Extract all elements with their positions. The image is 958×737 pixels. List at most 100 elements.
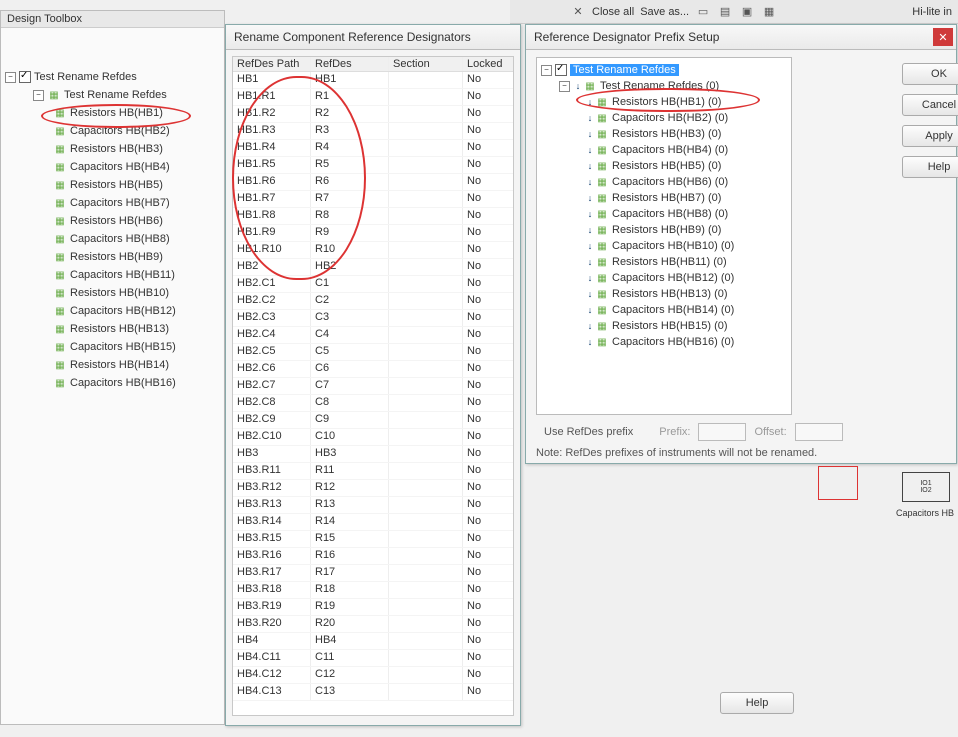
tree-item[interactable]: Resistors HB(HB13) (5, 320, 224, 338)
table-row[interactable]: HB3.R20R20No (233, 616, 513, 633)
prefix-tree-item[interactable]: Capacitors HB(HB6) (0) (541, 174, 787, 190)
table-row[interactable]: HB3.R13R13No (233, 497, 513, 514)
table-row[interactable]: HB1.R8R8No (233, 208, 513, 225)
tree-item[interactable]: Resistors HB(HB5) (5, 176, 224, 194)
table-row[interactable]: HB3.R14R14No (233, 514, 513, 531)
expander-icon[interactable]: − (5, 72, 16, 83)
prefix-tree-item[interactable]: Resistors HB(HB9) (0) (541, 222, 787, 238)
prefix-input[interactable] (698, 423, 746, 441)
prefix-tree-item[interactable]: Resistors HB(HB7) (0) (541, 190, 787, 206)
tree-item[interactable]: Resistors HB(HB3) (5, 140, 224, 158)
menu-save-as[interactable]: Save as... (640, 6, 689, 18)
table-row[interactable]: HB3.R16R16No (233, 548, 513, 565)
table-row[interactable]: HB1.R9R9No (233, 225, 513, 242)
table-row[interactable]: HB3.R11R11No (233, 463, 513, 480)
menu-close-all[interactable]: Close all (592, 6, 634, 18)
table-row[interactable]: HB1.R1R1No (233, 89, 513, 106)
help-button-lower[interactable]: Help (720, 692, 794, 714)
prefix-tree-item[interactable]: Capacitors HB(HB14) (0) (541, 302, 787, 318)
cell (389, 310, 463, 326)
tree-item[interactable]: Resistors HB(HB10) (5, 284, 224, 302)
table-row[interactable]: HB2.C2C2No (233, 293, 513, 310)
apply-button[interactable]: Apply (902, 125, 958, 147)
tree-subroot[interactable]: − Test Rename Refdes (5, 86, 224, 104)
table-row[interactable]: HB2.C7C7No (233, 378, 513, 395)
expander-icon[interactable]: − (541, 65, 552, 76)
prefix-tree-item[interactable]: Capacitors HB(HB16) (0) (541, 334, 787, 350)
prefix-tree-item[interactable]: Resistors HB(HB13) (0) (541, 286, 787, 302)
table-row[interactable]: HB1.R2R2No (233, 106, 513, 123)
prefix-tree-item[interactable]: Capacitors HB(HB4) (0) (541, 142, 787, 158)
table-row[interactable]: HB4.C11C11No (233, 650, 513, 667)
table-row[interactable]: HB2HB2No (233, 259, 513, 276)
table-row[interactable]: HB3.R18R18No (233, 582, 513, 599)
table-row[interactable]: HB2.C6C6No (233, 361, 513, 378)
tree-item[interactable]: Resistors HB(HB1) (5, 104, 224, 122)
prefix-tree-item[interactable]: Resistors HB(HB11) (0) (541, 254, 787, 270)
table-row[interactable]: HB1.R3R3No (233, 123, 513, 140)
table-row[interactable]: HB1.R4R4No (233, 140, 513, 157)
tree-item[interactable]: Capacitors HB(HB8) (5, 230, 224, 248)
prefix-tree-item[interactable]: Capacitors HB(HB10) (0) (541, 238, 787, 254)
prefix-tree-item[interactable]: Resistors HB(HB1) (0) (541, 94, 787, 110)
tree-item[interactable]: Capacitors HB(HB15) (5, 338, 224, 356)
table-row[interactable]: HB1.R5R5No (233, 157, 513, 174)
table-row[interactable]: HB3HB3No (233, 446, 513, 463)
tree-item[interactable]: Resistors HB(HB6) (5, 212, 224, 230)
tree-item[interactable]: Resistors HB(HB14) (5, 356, 224, 374)
table-row[interactable]: HB2.C5C5No (233, 344, 513, 361)
col-refdes[interactable]: RefDes (311, 57, 389, 71)
table-row[interactable]: HB2.C10C10No (233, 429, 513, 446)
table-row[interactable]: HB3.R19R19No (233, 599, 513, 616)
table-row[interactable]: HB4.C13C13No (233, 684, 513, 701)
col-refdes-path[interactable]: RefDes Path (233, 57, 311, 71)
tree-item[interactable]: Capacitors HB(HB7) (5, 194, 224, 212)
table-row[interactable]: HB4.C12C12No (233, 667, 513, 684)
table-row[interactable]: HB2.C9C9No (233, 412, 513, 429)
toolbar-icon-b[interactable]: ▤ (717, 4, 733, 20)
prefix-tree-item[interactable]: Capacitors HB(HB2) (0) (541, 110, 787, 126)
table-row[interactable]: HB2.C8C8No (233, 395, 513, 412)
col-section[interactable]: Section (389, 57, 463, 71)
prefix-tree-sub[interactable]: − Test Rename Refdes (0) (541, 78, 787, 94)
tree-item[interactable]: Capacitors HB(HB11) (5, 266, 224, 284)
ok-button[interactable]: OK (902, 63, 958, 85)
toolbar-icon-d[interactable]: ▦ (761, 4, 777, 20)
col-locked[interactable]: Locked (463, 57, 514, 71)
table-row[interactable]: HB1.R10R10No (233, 242, 513, 259)
expander-icon[interactable]: − (559, 81, 570, 92)
toolbar-icon-a[interactable]: ▭ (695, 4, 711, 20)
toolbar-icon[interactable]: ✕ (570, 4, 586, 20)
table-row[interactable]: HB3.R12R12No (233, 480, 513, 497)
checkbox-icon[interactable] (555, 64, 567, 76)
checkbox-icon[interactable] (19, 71, 31, 83)
offset-input[interactable] (795, 423, 843, 441)
expander-icon[interactable]: − (33, 90, 44, 101)
prefix-tree-item[interactable]: Capacitors HB(HB12) (0) (541, 270, 787, 286)
help-button[interactable]: Help (902, 156, 958, 178)
prefix-tree-item[interactable]: Resistors HB(HB5) (0) (541, 158, 787, 174)
table-row[interactable]: HB3.R17R17No (233, 565, 513, 582)
prefix-tree-item[interactable]: Resistors HB(HB15) (0) (541, 318, 787, 334)
prefix-tree-item[interactable]: Resistors HB(HB3) (0) (541, 126, 787, 142)
table-row[interactable]: HB2.C3C3No (233, 310, 513, 327)
tree-item[interactable]: Capacitors HB(HB4) (5, 158, 224, 176)
prefix-tree-root[interactable]: − Test Rename Refdes (541, 62, 787, 78)
tree-item[interactable]: Capacitors HB(HB12) (5, 302, 224, 320)
cancel-button[interactable]: Cancel (902, 94, 958, 116)
toolbar-icon-c[interactable]: ▣ (739, 4, 755, 20)
table-row[interactable]: HB2.C4C4No (233, 327, 513, 344)
table-row[interactable]: HB1HB1No (233, 72, 513, 89)
table-row[interactable]: HB1.R6R6No (233, 174, 513, 191)
table-row[interactable]: HB4HB4No (233, 633, 513, 650)
table-row[interactable]: HB3.R15R15No (233, 531, 513, 548)
tree-item-label: Resistors HB(HB6) (70, 215, 163, 227)
table-row[interactable]: HB2.C1C1No (233, 276, 513, 293)
tree-item[interactable]: Capacitors HB(HB16) (5, 374, 224, 392)
tree-item[interactable]: Resistors HB(HB9) (5, 248, 224, 266)
tree-root[interactable]: − Test Rename Refdes (5, 68, 224, 86)
tree-item[interactable]: Capacitors HB(HB2) (5, 122, 224, 140)
table-row[interactable]: HB1.R7R7No (233, 191, 513, 208)
prefix-tree-item[interactable]: Capacitors HB(HB8) (0) (541, 206, 787, 222)
close-icon[interactable]: ✕ (933, 28, 953, 46)
